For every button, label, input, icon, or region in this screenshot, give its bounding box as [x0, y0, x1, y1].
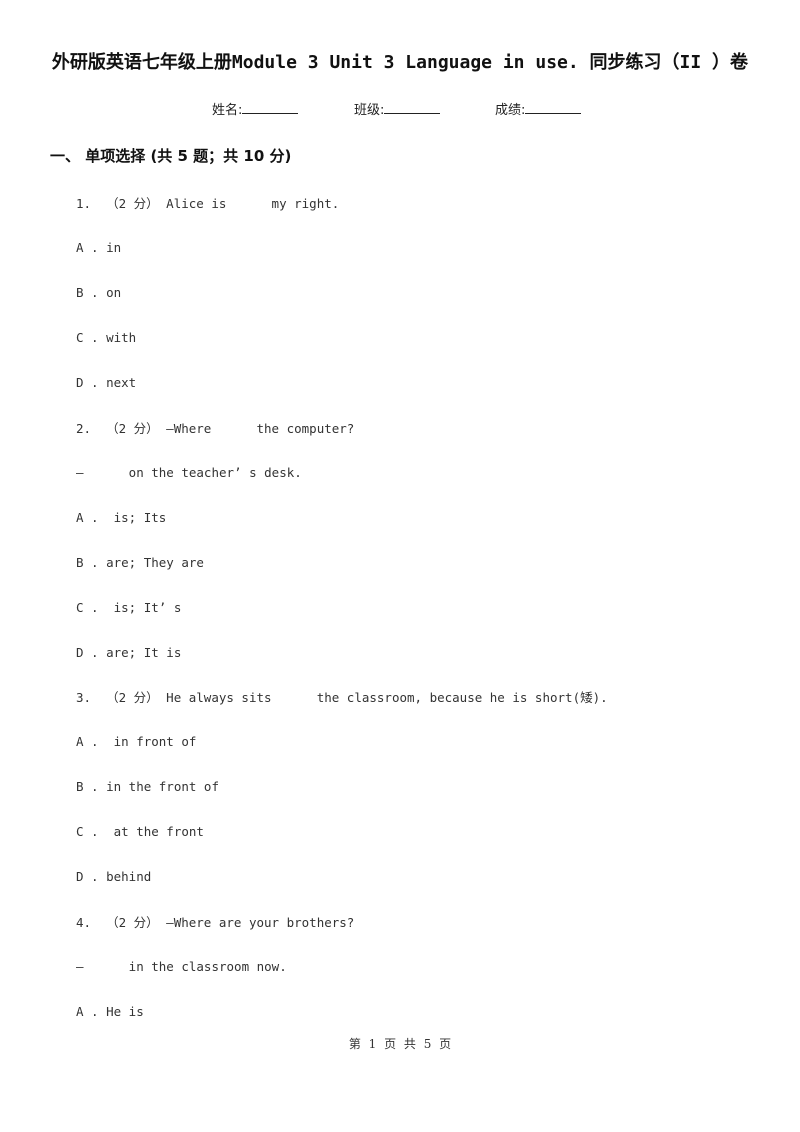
question-2-option-b[interactable]: B . are; They are — [76, 555, 204, 570]
name-field[interactable]: 姓名: — [212, 99, 299, 118]
question-3-option-b[interactable]: B . in the front of — [76, 779, 219, 794]
question-2-option-d[interactable]: D . are; It is — [76, 645, 181, 660]
score-label: 成绩: — [495, 103, 526, 118]
class-blank[interactable] — [384, 101, 441, 114]
question-3-stem: 3. （2 分） He always sits the classroom, b… — [76, 690, 608, 705]
class-field[interactable]: 班级: — [354, 99, 441, 118]
question-3-option-a[interactable]: A . in front of — [76, 734, 196, 749]
question-1-option-a[interactable]: A . in — [76, 240, 121, 255]
name-blank[interactable] — [242, 101, 299, 114]
score-field[interactable]: 成绩: — [495, 99, 582, 118]
question-1-option-b[interactable]: B . on — [76, 285, 121, 300]
class-label: 班级: — [354, 103, 385, 118]
question-4-stem: 4. （2 分） —Where are your brothers? — [76, 915, 355, 930]
question-2-option-c[interactable]: C . is; It’ s — [76, 600, 181, 615]
page-footer: 第 1 页 共 5 页 — [348, 1037, 452, 1051]
name-label: 姓名: — [212, 103, 243, 118]
question-3-option-c[interactable]: C . at the front — [76, 824, 204, 839]
section-heading: 一、 单项选择 (共 5 题；共 10 分) — [50, 147, 292, 165]
question-2-option-a[interactable]: A . is; Its — [76, 510, 166, 525]
document-title: 外研版英语七年级上册Module 3 Unit 3 Language in us… — [51, 52, 749, 73]
question-1-option-c[interactable]: C . with — [76, 330, 136, 345]
question-1-option-d[interactable]: D . next — [76, 375, 136, 390]
score-blank[interactable] — [525, 101, 582, 114]
question-4-stem-line-2: — in the classroom now. — [76, 959, 287, 974]
question-2-stem: 2. （2 分） —Where the computer? — [76, 421, 355, 436]
question-4-option-a[interactable]: A . He is — [76, 1004, 144, 1019]
question-3-option-d[interactable]: D . behind — [76, 869, 151, 884]
question-1-stem: 1. （2 分） Alice is my right. — [76, 196, 340, 211]
question-2-stem-line-2: — on the teacher’ s desk. — [76, 465, 302, 480]
